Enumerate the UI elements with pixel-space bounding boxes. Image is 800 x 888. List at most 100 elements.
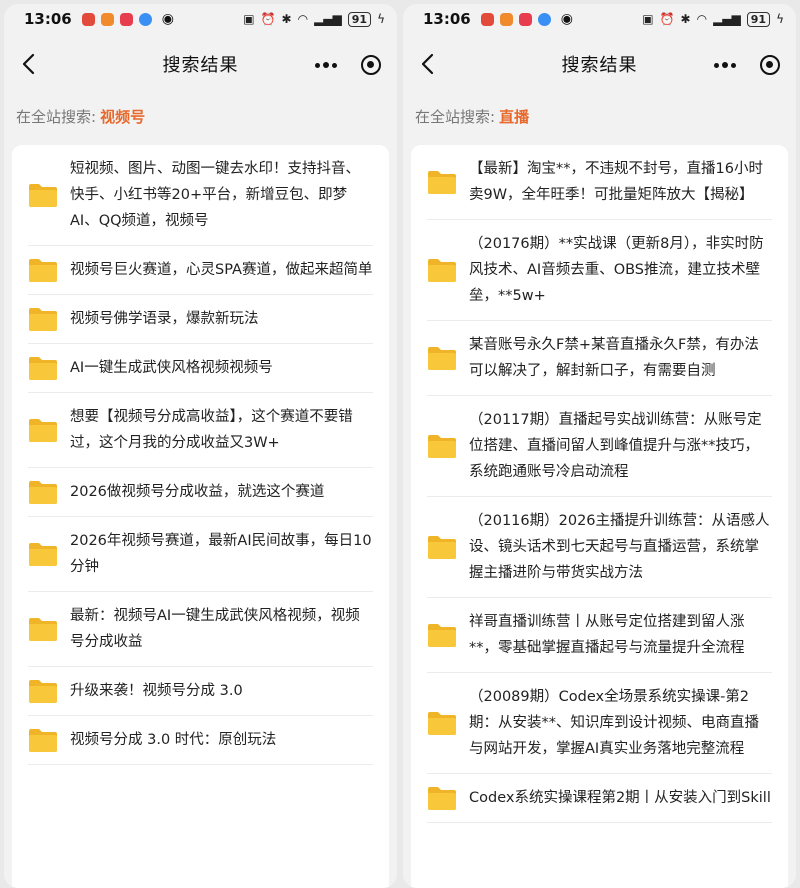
folder-icon xyxy=(29,357,57,380)
status-time: 13:06 xyxy=(423,10,471,28)
result-list-item[interactable]: 某音账号永久F禁+某音直播永久F禁，有办法可以解决了，解封新口子，有需要自测 xyxy=(427,321,772,396)
folder-icon xyxy=(428,712,456,735)
battery-indicator: 91 xyxy=(347,11,372,27)
wifi-icon: ◠ xyxy=(696,12,708,26)
results-list: 短视频、图片、动图一键去水印！支持抖音、快手、小红书等20+平台，新增豆包、即梦… xyxy=(12,145,389,888)
result-list-item[interactable]: 视频号佛学语录，爆款新玩法 xyxy=(28,295,373,344)
result-list-item[interactable]: 想要【视频号分成高收益】，这个赛道不要错过，这个月我的分成收益又3W+ xyxy=(28,393,373,468)
result-list-item[interactable]: AI一键生成武侠风格视频视频号 xyxy=(28,344,373,393)
back-chevron-icon[interactable] xyxy=(16,50,44,78)
result-title: （20089期）Codex全场景系统实操课-第2期：从安装**、知识库到设计视频… xyxy=(469,689,759,757)
result-list-item[interactable]: 最新：视频号AI一键生成武侠风格视频，视频号分成收益 xyxy=(28,592,373,667)
app-notification-icon xyxy=(81,12,95,26)
folder-icon xyxy=(428,435,456,458)
app-notification-icon xyxy=(138,12,152,26)
result-list-item[interactable]: 2026年视频号赛道，最新AI民间故事，每日10分钟 xyxy=(28,517,373,592)
scope-keyword[interactable]: 视频号 xyxy=(100,106,145,127)
result-list-item[interactable]: （20089期）Codex全场景系统实操课-第2期：从安装**、知识库到设计视频… xyxy=(427,673,772,774)
app-notification-icon xyxy=(499,12,513,26)
notification-icons xyxy=(480,12,551,26)
charging-icon: ϟ xyxy=(377,12,385,26)
navigation-bar: 搜索结果 xyxy=(403,34,796,94)
nfc-icon: ▣ xyxy=(243,12,255,26)
bluetooth-icon: ✱ xyxy=(680,12,691,26)
folder-icon xyxy=(428,787,456,810)
result-list-item[interactable]: （20117期）直播起号实战训练营：从账号定位搭建、直播间留人到峰值提升与涨**… xyxy=(427,396,772,497)
app-notification-icon xyxy=(480,12,494,26)
result-title: 2026年视频号赛道，最新AI民间故事，每日10分钟 xyxy=(70,533,372,575)
folder-icon xyxy=(428,171,456,194)
folder-icon xyxy=(29,184,57,207)
result-list-item[interactable]: 视频号分成 3.0 时代：原创玩法 xyxy=(28,716,373,765)
result-title: AI一键生成武侠风格视频视频号 xyxy=(70,360,273,376)
result-title: Codex系统实操课程第2期丨从安装入门到Skill xyxy=(469,790,771,806)
close-target-icon[interactable] xyxy=(760,55,780,75)
alarm-icon: ⏰ xyxy=(659,12,675,26)
folder-icon xyxy=(29,308,57,331)
more-dots-icon[interactable] xyxy=(714,62,736,68)
bluetooth-icon: ✱ xyxy=(281,12,292,26)
app-notification-icon xyxy=(518,12,532,26)
scope-label: 在全站搜索: xyxy=(415,107,496,126)
back-chevron-icon[interactable] xyxy=(415,50,443,78)
signal-icon: ▂▄▆ xyxy=(314,12,342,26)
signal-icon: ▂▄▆ xyxy=(713,12,741,26)
miniprogram-capsule xyxy=(301,49,387,81)
result-list-item[interactable]: Codex系统实操课程第2期丨从安装入门到Skill xyxy=(427,774,772,823)
folder-icon xyxy=(428,624,456,647)
navigation-bar: 搜索结果 xyxy=(4,34,397,94)
system-status-icons: ▣ ⏰ ✱ ◠ ▂▄▆ 91 ϟ xyxy=(642,11,784,27)
result-title: （20117期）直播起号实战训练营：从账号定位搭建、直播间留人到峰值提升与涨**… xyxy=(469,412,762,480)
result-list-item[interactable]: 2026做视频号分成收益，就选这个赛道 xyxy=(28,468,373,517)
result-title: （20176期）**实战课（更新8月），非实时防风技术、AI音频去重、OBS推流… xyxy=(469,236,764,304)
folder-icon xyxy=(428,347,456,370)
more-dots-icon[interactable] xyxy=(315,62,337,68)
result-list-item[interactable]: 短视频、图片、动图一键去水印！支持抖音、快手、小红书等20+平台，新增豆包、即梦… xyxy=(28,145,373,246)
phone-screen-right: 13:06 ◉ ▣ ⏰ ✱ ◠ ▂▄▆ 91 ϟ 搜索结果 在全站搜索: 直播 xyxy=(403,4,796,888)
folder-icon xyxy=(428,536,456,559)
search-scope: 在全站搜索: 视频号 xyxy=(4,94,397,138)
folder-icon xyxy=(29,481,57,504)
result-title: 升级来袭！视频号分成 3.0 xyxy=(70,683,243,699)
wifi-icon: ◠ xyxy=(297,12,309,26)
folder-icon xyxy=(29,419,57,442)
result-list-item[interactable]: （20116期）2026主播提升训练营：从语感人设、镜头话术到七天起号与直播运营… xyxy=(427,497,772,598)
app-notification-icon xyxy=(537,12,551,26)
result-title: 想要【视频号分成高收益】，这个赛道不要错过，这个月我的分成收益又3W+ xyxy=(70,409,353,451)
page-title: 搜索结果 xyxy=(162,55,239,76)
status-bar: 13:06 ◉ ▣ ⏰ ✱ ◠ ▂▄▆ 91 ϟ xyxy=(403,4,796,34)
app-notification-icon xyxy=(100,12,114,26)
miniprogram-capsule xyxy=(700,49,786,81)
result-list-item[interactable]: （20176期）**实战课（更新8月），非实时防风技术、AI音频去重、OBS推流… xyxy=(427,220,772,321)
scope-keyword[interactable]: 直播 xyxy=(499,106,529,127)
result-list-item[interactable]: 祥哥直播训练营丨从账号定位搭建到留人涨**，零基础掌握直播起号与流量提升全流程 xyxy=(427,598,772,673)
result-title: 最新：视频号AI一键生成武侠风格视频，视频号分成收益 xyxy=(70,608,360,650)
page-title: 搜索结果 xyxy=(561,55,638,76)
alarm-icon: ⏰ xyxy=(260,12,276,26)
folder-icon xyxy=(428,259,456,282)
result-title: 短视频、图片、动图一键去水印！支持抖音、快手、小红书等20+平台，新增豆包、即梦… xyxy=(70,161,360,229)
result-title: 视频号佛学语录，爆款新玩法 xyxy=(70,311,259,327)
close-target-icon[interactable] xyxy=(361,55,381,75)
folder-icon xyxy=(29,680,57,703)
folder-icon xyxy=(29,618,57,641)
results-list: 【最新】淘宝**，不违规不封号，直播16小时卖9W，全年旺季！可批量矩阵放大【揭… xyxy=(411,145,788,888)
folder-icon xyxy=(29,729,57,752)
result-list-item[interactable]: 【最新】淘宝**，不违规不封号，直播16小时卖9W，全年旺季！可批量矩阵放大【揭… xyxy=(427,145,772,220)
eye-icon: ◉ xyxy=(161,11,174,27)
phone-screen-left: 13:06 ◉ ▣ ⏰ ✱ ◠ ▂▄▆ 91 ϟ 搜索结果 在全站搜索: 视频号 xyxy=(4,4,397,888)
result-title: 2026做视频号分成收益，就选这个赛道 xyxy=(70,484,325,500)
notification-icons xyxy=(81,12,152,26)
result-title: 祥哥直播训练营丨从账号定位搭建到留人涨**，零基础掌握直播起号与流量提升全流程 xyxy=(469,614,745,656)
eye-icon: ◉ xyxy=(560,11,573,27)
folder-icon xyxy=(29,543,57,566)
result-title: 【最新】淘宝**，不违规不封号，直播16小时卖9W，全年旺季！可批量矩阵放大【揭… xyxy=(469,161,763,203)
scope-label: 在全站搜索: xyxy=(16,107,97,126)
result-list-item[interactable]: 视频号巨火赛道，心灵SPA赛道，做起来超简单 xyxy=(28,246,373,295)
result-list-item[interactable]: 升级来袭！视频号分成 3.0 xyxy=(28,667,373,716)
status-time: 13:06 xyxy=(24,10,72,28)
battery-indicator: 91 xyxy=(746,11,771,27)
status-bar: 13:06 ◉ ▣ ⏰ ✱ ◠ ▂▄▆ 91 ϟ xyxy=(4,4,397,34)
result-title: （20116期）2026主播提升训练营：从语感人设、镜头话术到七天起号与直播运营… xyxy=(469,513,770,581)
result-title: 视频号分成 3.0 时代：原创玩法 xyxy=(70,732,277,748)
